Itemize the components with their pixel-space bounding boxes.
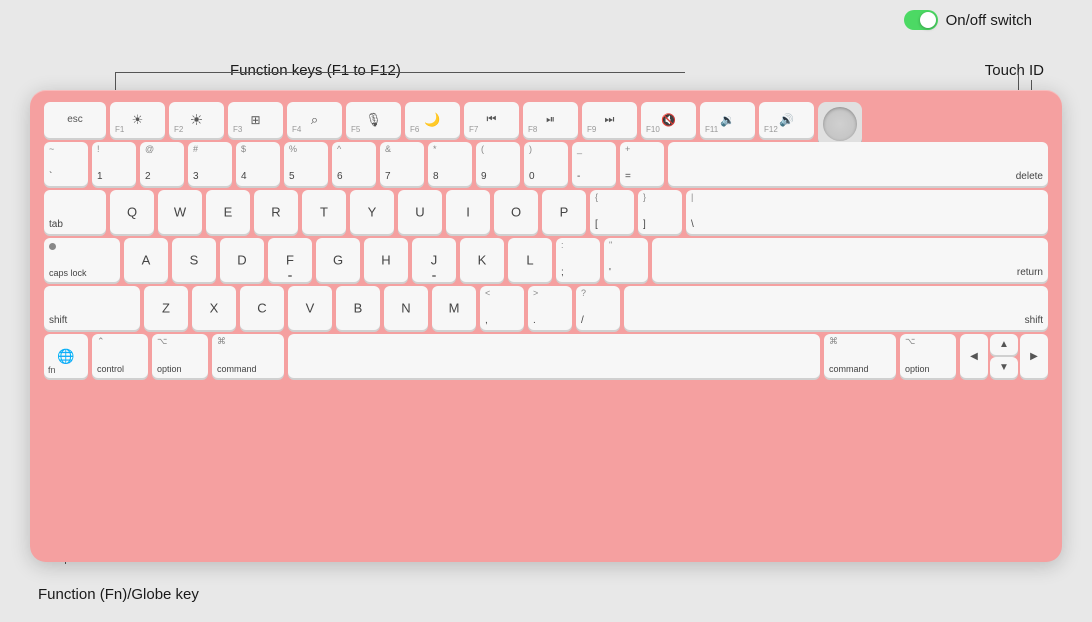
- key-6[interactable]: ^ 6: [332, 142, 376, 186]
- key-v[interactable]: V: [288, 286, 332, 330]
- key-o[interactable]: O: [494, 190, 538, 234]
- key-p[interactable]: P: [542, 190, 586, 234]
- key-comma[interactable]: < ,: [480, 286, 524, 330]
- toggle-switch[interactable]: [904, 10, 938, 30]
- key-r[interactable]: R: [254, 190, 298, 234]
- key-f7[interactable]: ⏮ F7: [464, 102, 519, 138]
- key-arrow-up[interactable]: ▲: [990, 334, 1018, 355]
- key-7[interactable]: & 7: [380, 142, 424, 186]
- number-key-row: ~ ` ! 1 @ 2 # 3 $ 4 % 5 ^ 6 & 7: [44, 142, 1048, 186]
- onoff-switch-container: On/off switch: [904, 10, 1032, 30]
- key-esc[interactable]: esc: [44, 102, 106, 138]
- key-f[interactable]: F: [268, 238, 312, 282]
- key-arrow-right[interactable]: ▶: [1020, 334, 1048, 378]
- key-f8[interactable]: ⏯ F8: [523, 102, 578, 138]
- key-f2[interactable]: ☀ F2: [169, 102, 224, 138]
- key-l[interactable]: L: [508, 238, 552, 282]
- key-w[interactable]: W: [158, 190, 202, 234]
- key-quote[interactable]: " ': [604, 238, 648, 282]
- onoff-label: On/off switch: [946, 12, 1032, 29]
- fnkeys-label-container: Function keys (F1 to F12): [230, 62, 401, 80]
- fnkeys-line-left: [115, 72, 116, 92]
- key-n[interactable]: N: [384, 286, 428, 330]
- key-8[interactable]: * 8: [428, 142, 472, 186]
- key-b[interactable]: B: [336, 286, 380, 330]
- key-capslock[interactable]: caps lock: [44, 238, 120, 282]
- key-close-bracket[interactable]: } ]: [638, 190, 682, 234]
- key-period[interactable]: > .: [528, 286, 572, 330]
- tab-key-row: tab Q W E R T Y U I O P: [44, 190, 1048, 234]
- key-f9[interactable]: ⏭ F9: [582, 102, 637, 138]
- key-f12[interactable]: 🔊 F12: [759, 102, 814, 138]
- function-key-row: esc ☀ F1 ☀ F2 ⊞ F3 ⌕ F4 🎙 F5 🌙 F6: [44, 102, 1048, 138]
- key-f1[interactable]: ☀ F1: [110, 102, 165, 138]
- key-return[interactable]: return: [652, 238, 1048, 282]
- key-g[interactable]: G: [316, 238, 360, 282]
- key-option-right[interactable]: ⌥ option: [900, 334, 956, 378]
- fn-globe-label-container: Function (Fn)/Globe key: [38, 586, 199, 604]
- key-f4[interactable]: ⌕ F4: [287, 102, 342, 138]
- touchid-sensor: [823, 107, 857, 141]
- key-control[interactable]: ⌃ control: [92, 334, 148, 378]
- key-x[interactable]: X: [192, 286, 236, 330]
- key-minus[interactable]: _ -: [572, 142, 616, 186]
- key-slash[interactable]: ? /: [576, 286, 620, 330]
- fn-globe-label: Function (Fn)/Globe key: [38, 586, 199, 603]
- key-a[interactable]: A: [124, 238, 168, 282]
- key-shift-left[interactable]: shift: [44, 286, 140, 330]
- keyboard-body: esc ☀ F1 ☀ F2 ⊞ F3 ⌕ F4 🎙 F5 🌙 F6: [30, 90, 1062, 562]
- key-k[interactable]: K: [460, 238, 504, 282]
- key-command-right[interactable]: ⌘ command: [824, 334, 896, 378]
- key-f10[interactable]: 🔇 F10: [641, 102, 696, 138]
- caps-lock-row: caps lock A S D F G H J K L: [44, 238, 1048, 282]
- fnkeys-label: Function keys (F1 to F12): [230, 62, 401, 79]
- key-4[interactable]: $ 4: [236, 142, 280, 186]
- key-3[interactable]: # 3: [188, 142, 232, 186]
- key-semicolon[interactable]: : ;: [556, 238, 600, 282]
- shift-row: shift Z X C V B N M < , > .: [44, 286, 1048, 330]
- touchid-key[interactable]: [818, 102, 862, 146]
- key-5[interactable]: % 5: [284, 142, 328, 186]
- key-i[interactable]: I: [446, 190, 490, 234]
- key-1[interactable]: ! 1: [92, 142, 136, 186]
- fnkeys-line-right: [1018, 72, 1019, 92]
- key-equals[interactable]: + =: [620, 142, 664, 186]
- key-y[interactable]: Y: [350, 190, 394, 234]
- key-0[interactable]: ) 0: [524, 142, 568, 186]
- key-open-bracket[interactable]: { [: [590, 190, 634, 234]
- key-h[interactable]: H: [364, 238, 408, 282]
- key-shift-right[interactable]: shift: [624, 286, 1048, 330]
- touchid-label-container: Touch ID: [985, 62, 1044, 80]
- key-d[interactable]: D: [220, 238, 264, 282]
- key-t[interactable]: T: [302, 190, 346, 234]
- key-delete[interactable]: delete: [668, 142, 1048, 186]
- key-j[interactable]: J: [412, 238, 456, 282]
- key-e[interactable]: E: [206, 190, 250, 234]
- key-f3[interactable]: ⊞ F3: [228, 102, 283, 138]
- key-spacebar[interactable]: [288, 334, 820, 378]
- key-f5[interactable]: 🎙 F5: [346, 102, 401, 138]
- key-s[interactable]: S: [172, 238, 216, 282]
- key-u[interactable]: U: [398, 190, 442, 234]
- key-m[interactable]: M: [432, 286, 476, 330]
- key-backtick[interactable]: ~ `: [44, 142, 88, 186]
- bottom-key-row: 🌐 fn ⌃ control ⌥ option ⌘ command ⌘ comm…: [44, 334, 1048, 378]
- fnkeys-line-top: [115, 72, 685, 73]
- key-z[interactable]: Z: [144, 286, 188, 330]
- key-arrow-left[interactable]: ◀: [960, 334, 988, 378]
- touchid-label: Touch ID: [985, 62, 1044, 79]
- key-tab[interactable]: tab: [44, 190, 106, 234]
- key-2[interactable]: @ 2: [140, 142, 184, 186]
- key-arrow-down[interactable]: ▼: [990, 357, 1018, 378]
- key-f11[interactable]: 🔉 F11: [700, 102, 755, 138]
- arrow-key-cluster: ◀ ▲ ▼ ▶: [960, 334, 1048, 378]
- key-f6[interactable]: 🌙 F6: [405, 102, 460, 138]
- key-command-left[interactable]: ⌘ command: [212, 334, 284, 378]
- key-option-left[interactable]: ⌥ option: [152, 334, 208, 378]
- key-9[interactable]: ( 9: [476, 142, 520, 186]
- key-backslash[interactable]: | \: [686, 190, 1048, 234]
- key-fn-globe[interactable]: 🌐 fn: [44, 334, 88, 378]
- key-c[interactable]: C: [240, 286, 284, 330]
- key-q[interactable]: Q: [110, 190, 154, 234]
